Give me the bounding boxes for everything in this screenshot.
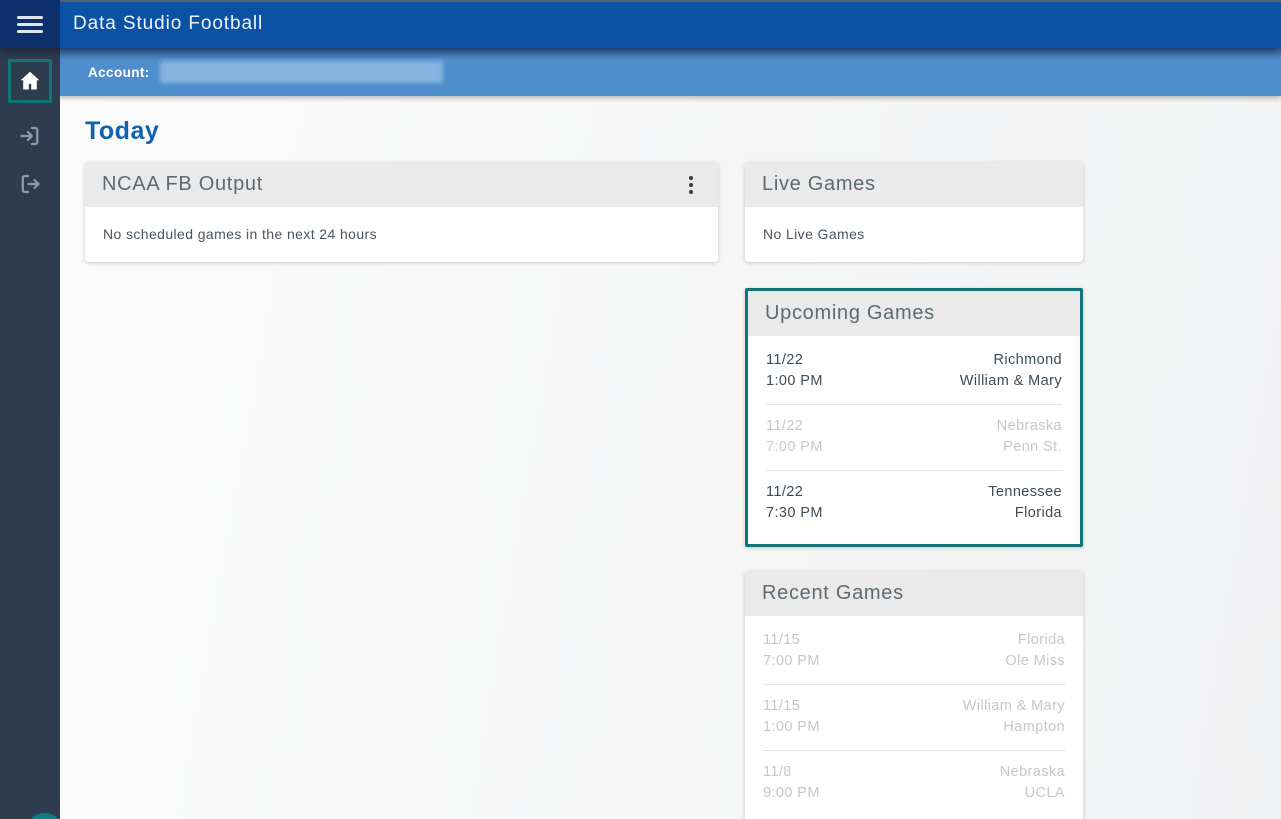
sidebar-item-sign-in[interactable] bbox=[0, 118, 60, 154]
game-time: 1:00 PM bbox=[763, 719, 820, 735]
window-top-edge bbox=[60, 0, 1281, 2]
game-time: 7:00 PM bbox=[766, 439, 823, 455]
upcoming-games-list: 11/22 1:00 PM Richmond William & Mary 11… bbox=[748, 336, 1080, 544]
game-date: 11/15 bbox=[763, 632, 801, 648]
upcoming-games-title: Upcoming Games bbox=[765, 302, 935, 324]
app-bar: Data Studio Football bbox=[0, 0, 1281, 48]
away-team: Richmond bbox=[993, 352, 1062, 368]
account-name-redacted bbox=[159, 61, 443, 83]
away-team: William & Mary bbox=[962, 698, 1065, 714]
home-team: Hampton bbox=[1003, 719, 1065, 735]
live-games-title: Live Games bbox=[762, 173, 876, 195]
home-icon bbox=[18, 69, 42, 93]
hamburger-menu-button[interactable] bbox=[0, 0, 60, 48]
away-team: Nebraska bbox=[999, 764, 1065, 780]
output-card-title: NCAA FB Output bbox=[102, 173, 263, 195]
recent-games-card: Recent Games 11/15 7:00 PM Florida Ole M… bbox=[745, 571, 1083, 819]
home-team: Ole Miss bbox=[1005, 653, 1065, 669]
game-time: 9:00 PM bbox=[763, 785, 820, 801]
game-date: 11/22 bbox=[766, 352, 804, 368]
sign-out-icon bbox=[18, 172, 42, 196]
game-date: 11/15 bbox=[763, 698, 801, 714]
recent-games-title: Recent Games bbox=[762, 582, 904, 604]
kebab-menu-icon[interactable] bbox=[681, 170, 701, 200]
away-team: Florida bbox=[1017, 632, 1065, 648]
live-games-empty-message: No Live Games bbox=[763, 226, 865, 242]
recent-games-header: Recent Games bbox=[745, 571, 1083, 616]
output-empty-message: No scheduled games in the next 24 hours bbox=[103, 226, 377, 242]
game-row[interactable]: 11/22 7:30 PM Tennessee Florida bbox=[766, 471, 1062, 536]
live-games-header: Live Games bbox=[745, 162, 1083, 207]
sign-in-icon bbox=[18, 124, 42, 148]
right-column: Live Games No Live Games Upcoming Games … bbox=[745, 162, 1083, 819]
game-time: 7:30 PM bbox=[766, 505, 823, 521]
page-title: Today bbox=[85, 117, 160, 145]
account-bar: Account: bbox=[60, 48, 1281, 96]
app-title: Data Studio Football bbox=[73, 13, 264, 34]
home-team: UCLA bbox=[1024, 785, 1065, 801]
output-card: NCAA FB Output No scheduled games in the… bbox=[85, 162, 718, 262]
main-content: Today NCAA FB Output No scheduled games … bbox=[60, 96, 1281, 819]
home-team: Penn St. bbox=[1003, 439, 1062, 455]
upcoming-games-card[interactable]: Upcoming Games 11/22 1:00 PM Richmond Wi… bbox=[745, 288, 1083, 547]
game-row[interactable]: 11/15 7:00 PM Florida Ole Miss bbox=[763, 619, 1065, 685]
hamburger-icon bbox=[17, 15, 43, 33]
game-date: 11/22 bbox=[766, 484, 804, 500]
home-team: William & Mary bbox=[959, 373, 1062, 389]
game-row[interactable]: 11/22 1:00 PM Richmond William & Mary bbox=[766, 339, 1062, 405]
output-card-header: NCAA FB Output bbox=[85, 162, 718, 207]
live-games-card: Live Games No Live Games bbox=[745, 162, 1083, 262]
floating-action-button-partial[interactable] bbox=[25, 813, 64, 819]
sidebar-item-sign-out[interactable] bbox=[0, 166, 60, 202]
sidebar bbox=[0, 48, 64, 819]
account-label: Account: bbox=[88, 64, 150, 80]
away-team: Tennessee bbox=[988, 484, 1062, 500]
game-row[interactable]: 11/22 7:00 PM Nebraska Penn St. bbox=[766, 405, 1062, 471]
game-time: 1:00 PM bbox=[766, 373, 823, 389]
away-team: Nebraska bbox=[996, 418, 1062, 434]
game-date: 11/8 bbox=[763, 764, 792, 780]
game-row[interactable]: 11/8 9:00 PM Nebraska UCLA bbox=[763, 751, 1065, 816]
app-window: Data Studio Football Account: Today NCAA… bbox=[0, 0, 1281, 819]
game-time: 7:00 PM bbox=[763, 653, 820, 669]
upcoming-games-header: Upcoming Games bbox=[748, 291, 1080, 336]
home-team: Florida bbox=[1014, 505, 1062, 521]
game-date: 11/22 bbox=[766, 418, 804, 434]
game-row[interactable]: 11/15 1:00 PM William & Mary Hampton bbox=[763, 685, 1065, 751]
recent-games-list: 11/15 7:00 PM Florida Ole Miss 11/15 1:0… bbox=[745, 616, 1083, 819]
sidebar-item-home[interactable] bbox=[8, 59, 52, 103]
